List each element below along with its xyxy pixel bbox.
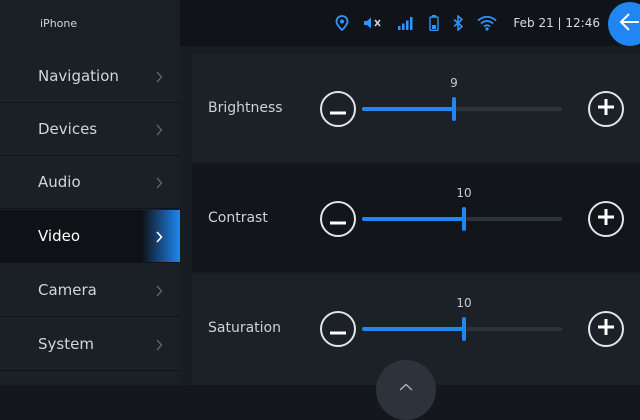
chevron-right-icon — [155, 174, 163, 193]
chevron-up-icon — [399, 376, 413, 420]
chevron-right-icon — [155, 282, 163, 301]
status-bar: Feb 21 | 12:46 — [335, 0, 600, 46]
video-settings-panel: Brightness 9 Contrast 10 Saturation 10 — [180, 46, 640, 385]
top-bar: iPhone Feb 21 | 12:46 — [0, 0, 640, 46]
brightness-decrease-button[interactable] — [320, 91, 356, 127]
contrast-decrease-button[interactable] — [320, 201, 356, 237]
chevron-right-icon — [155, 336, 163, 355]
device-name: iPhone — [0, 0, 180, 46]
sidebar-item-label: Devices — [38, 120, 98, 138]
sidebar-item-label: Navigation — [38, 67, 119, 85]
chevron-right-icon — [155, 228, 163, 247]
slider-thumb[interactable] — [452, 97, 456, 121]
slider-thumb[interactable] — [462, 207, 466, 231]
contrast-slider[interactable] — [362, 207, 562, 231]
sidebar-item-audio[interactable]: Audio — [0, 156, 180, 209]
contrast-value: 10 — [456, 186, 472, 200]
sidebar-item-navigation[interactable]: Navigation — [0, 50, 180, 103]
back-button[interactable] — [608, 2, 640, 46]
plus-icon — [598, 209, 614, 229]
brightness-increase-button[interactable] — [588, 91, 624, 127]
slider-fill — [362, 107, 454, 111]
saturation-label: Saturation — [208, 320, 281, 336]
pull-up-handle[interactable] — [376, 360, 436, 420]
brightness-value: 9 — [450, 76, 458, 90]
wifi-icon — [477, 15, 497, 31]
sidebar-item-label: Video — [38, 227, 81, 245]
contrast-increase-button[interactable] — [588, 201, 624, 237]
sidebar-item-video[interactable]: Video — [0, 210, 180, 263]
contrast-row: Contrast 10 — [192, 164, 640, 272]
chevron-right-icon — [155, 121, 163, 140]
sidebar-item-label: Audio — [38, 173, 81, 191]
saturation-value: 10 — [456, 296, 472, 310]
slider-thumb[interactable] — [462, 317, 466, 341]
minus-icon — [330, 210, 346, 229]
sidebar-item-camera[interactable]: Camera — [0, 264, 180, 317]
minus-icon — [330, 100, 346, 119]
brightness-label: Brightness — [208, 100, 283, 116]
slider-fill — [362, 327, 464, 331]
bluetooth-icon — [453, 15, 464, 31]
slider-fill — [362, 217, 464, 221]
sidebar-item-label: System — [38, 335, 94, 353]
saturation-increase-button[interactable] — [588, 311, 624, 347]
datetime: Feb 21 | 12:46 — [513, 16, 600, 30]
sidebar-item-system[interactable]: System — [0, 318, 180, 371]
battery-icon — [429, 15, 440, 31]
chevron-right-icon — [155, 68, 163, 87]
plus-icon — [598, 99, 614, 119]
minus-icon — [330, 320, 346, 339]
speaker-muted-icon — [363, 16, 383, 30]
arrow-left-icon — [619, 12, 640, 36]
brightness-row: Brightness 9 — [192, 54, 640, 162]
saturation-slider[interactable] — [362, 317, 562, 341]
sidebar-item-devices[interactable]: Devices — [0, 103, 180, 156]
contrast-label: Contrast — [208, 210, 268, 226]
plus-icon — [598, 319, 614, 339]
location-pin-icon — [335, 15, 349, 31]
signal-bars-icon — [397, 16, 415, 30]
saturation-decrease-button[interactable] — [320, 311, 356, 347]
sidebar: Navigation Devices Audio Video Camera Sy… — [0, 46, 180, 385]
sidebar-item-label: Camera — [38, 281, 97, 299]
brightness-slider[interactable] — [362, 97, 562, 121]
